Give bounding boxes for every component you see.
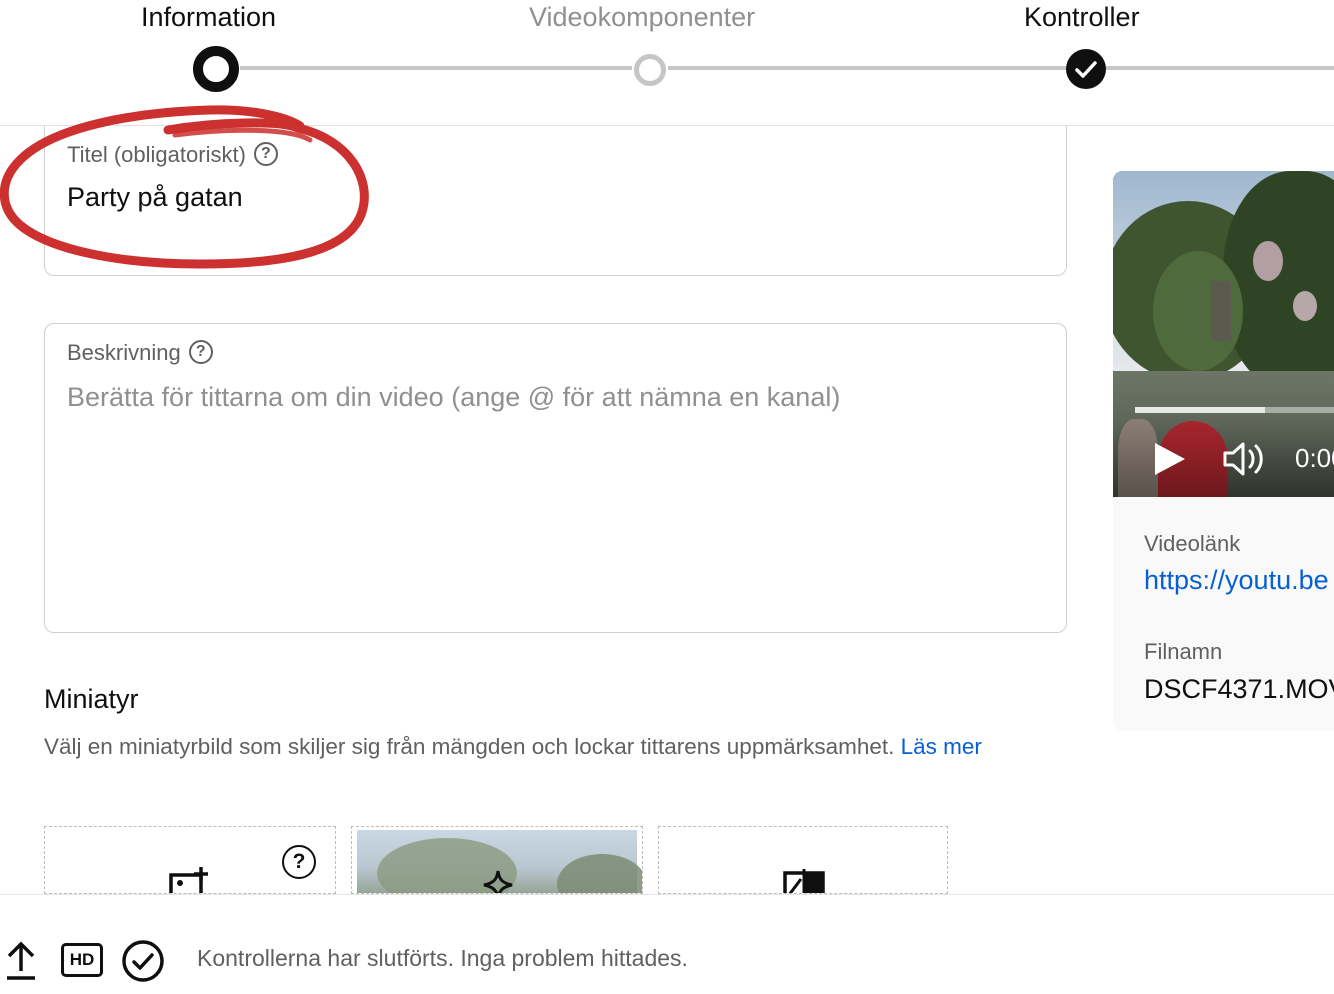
description-field[interactable]: Beskrivning? Berätta för tittarna om din…	[44, 323, 1067, 633]
video-preview[interactable]: 0:00	[1113, 171, 1334, 497]
step-current-icon[interactable]	[193, 46, 239, 92]
description-input[interactable]: Berätta för tittarna om din video (ange …	[67, 382, 840, 413]
play-icon[interactable]	[1149, 439, 1189, 479]
stepper-line	[240, 66, 632, 70]
compare-icon	[783, 869, 825, 893]
step-label-videokomponenter[interactable]: Videokomponenter	[529, 2, 755, 33]
check-circle-icon[interactable]	[121, 939, 165, 983]
step-pending-icon[interactable]	[634, 54, 666, 86]
video-progress-bar[interactable]	[1135, 407, 1334, 413]
video-link-label: Videolänk	[1144, 531, 1241, 556]
hd-label: HD	[69, 950, 95, 969]
status-message: Kontrollerna har slutförts. Inga problem…	[197, 945, 688, 971]
upload-thumbnail-tile[interactable]: ?	[44, 826, 336, 894]
stepper-line	[668, 66, 1066, 70]
description-field-label: Beskrivning?	[67, 340, 213, 366]
bottom-status-bar: HD Kontrollerna har slutförts. Inga prob…	[0, 895, 1334, 994]
thumbnail-description: Välj en miniatyrbild som skiljer sig frå…	[44, 728, 1054, 766]
hd-icon[interactable]: HD	[61, 943, 103, 977]
video-link[interactable]: https://youtu.be	[1144, 565, 1329, 596]
upload-icon[interactable]	[4, 939, 38, 981]
stepper-line	[1106, 66, 1334, 70]
video-time: 0:00	[1295, 443, 1334, 473]
filename-value: DSCF4371.MOV	[1144, 674, 1334, 704]
learn-more-link[interactable]: Läs mer	[901, 734, 982, 759]
video-details-panel: 0:00 Videolänk https://youtu.be Filnamn …	[1113, 171, 1334, 731]
auto-thumbnail-tile[interactable]	[351, 826, 643, 894]
step-label-information[interactable]: Information	[141, 2, 276, 33]
filename-label: Filnamn	[1144, 639, 1223, 664]
annotation-circle-icon	[0, 105, 369, 269]
add-photo-icon	[169, 867, 208, 893]
description-label-text: Beskrivning	[67, 340, 181, 365]
step-done-check-icon[interactable]	[1066, 49, 1106, 89]
step-label-kontroller[interactable]: Kontroller	[1024, 2, 1140, 33]
help-circle-icon[interactable]: ?	[188, 340, 213, 365]
thumbnail-heading: Miniatyr	[44, 684, 139, 714]
help-circle-icon[interactable]: ?	[282, 845, 316, 879]
sparkle-icon	[483, 870, 513, 893]
compare-thumbnail-tile[interactable]	[658, 826, 948, 894]
volume-icon[interactable]	[1221, 439, 1271, 479]
thumbnail-description-text: Välj en miniatyrbild som skiljer sig frå…	[44, 734, 895, 759]
